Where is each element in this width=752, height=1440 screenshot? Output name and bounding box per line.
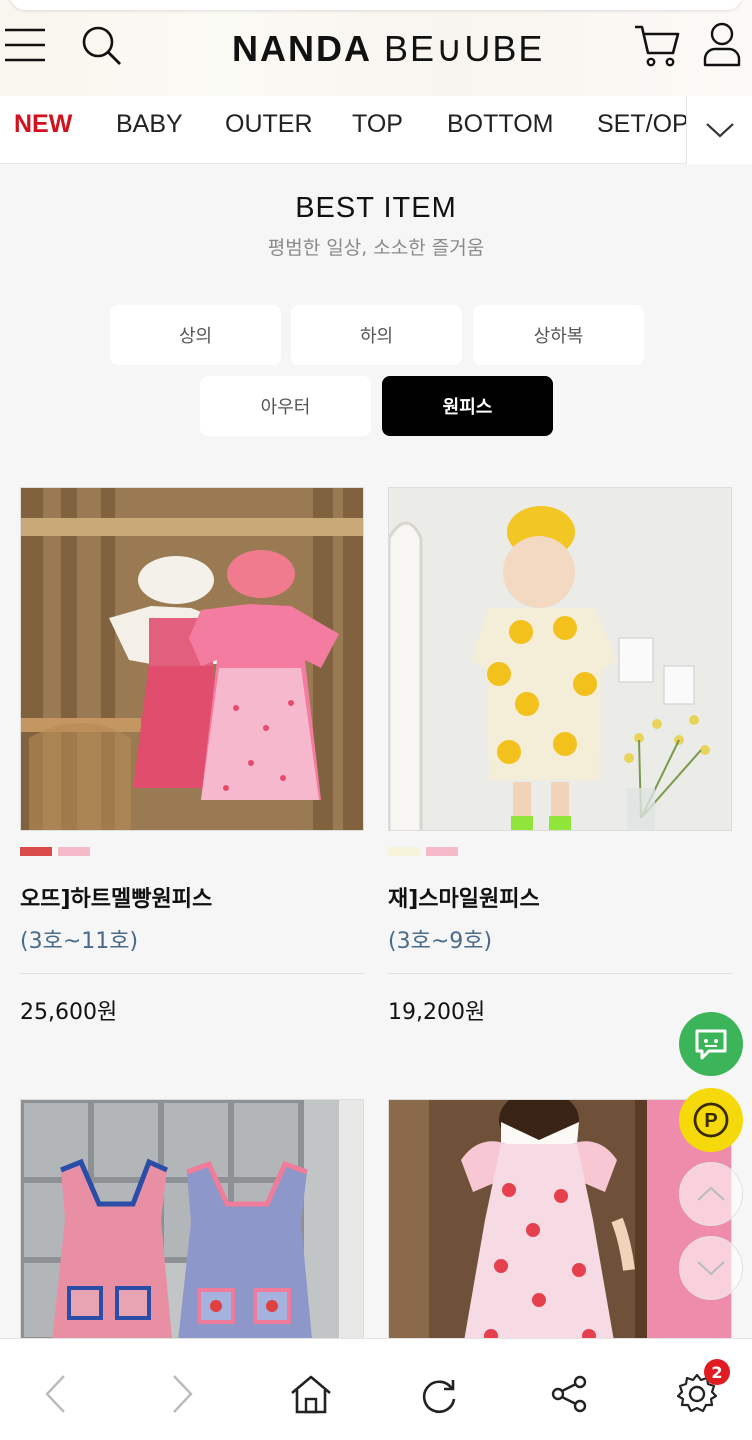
notification-badge: 2 [704,1359,730,1385]
chevron-up-icon [697,1186,725,1201]
user-icon[interactable] [700,20,744,68]
section-title: BEST ITEM [295,192,457,224]
product-price: 25,600원 [20,1000,118,1025]
bottom-toolbar: 2 [0,1338,752,1440]
scroll-up-button[interactable] [679,1162,743,1226]
search-icon[interactable] [78,22,124,68]
settings-button[interactable]: 2 [672,1359,730,1419]
divider [388,973,732,974]
color-swatches [388,847,732,857]
point-button[interactable]: P [679,1088,743,1152]
logo-rest: BE∪UBE [384,28,545,69]
filter-outer[interactable]: 아우터 [200,376,371,436]
site-logo[interactable]: NANDA BE∪UBE [232,28,544,70]
product-size: (3호~11호) [20,929,139,954]
product-image[interactable] [388,487,732,831]
chevron-down-icon [697,1261,725,1276]
logo-bold: NANDA [232,28,372,69]
refresh-button[interactable] [414,1369,464,1419]
product-size: (3호~9호) [388,929,493,954]
hamburger-icon[interactable] [2,24,48,66]
category-baby[interactable]: BABY [116,110,183,139]
filter-top[interactable]: 상의 [110,305,281,365]
product-price: 19,200원 [388,1000,486,1025]
home-button[interactable] [286,1369,336,1419]
category-new[interactable]: NEW [14,110,72,139]
category-set-op[interactable]: SET/OP [597,110,689,139]
filter-set[interactable]: 상하복 [473,305,644,365]
refresh-icon [422,1380,456,1414]
chevron-left-icon [45,1375,65,1413]
forward-button[interactable] [158,1369,208,1419]
product-image[interactable] [20,487,364,831]
scroll-down-button[interactable] [679,1236,743,1300]
point-icon: P [693,1102,729,1138]
chat-icon [695,1029,727,1060]
cart-icon[interactable] [632,20,682,70]
product-card[interactable]: 재]스마일원피스 (3호~9호) 19,200원 [388,487,732,1026]
share-icon [551,1375,587,1413]
category-nav: NEW BABY OUTER TOP BOTTOM SET/OP [0,96,752,164]
color-swatches [20,847,364,857]
section-subtitle: 평범한 일상, 소소한 즐거움 [267,237,485,259]
product-name[interactable]: 오뜨]하트멜빵원피스 [20,881,364,913]
chat-button[interactable] [679,1012,743,1076]
category-bottom[interactable]: BOTTOM [447,110,553,139]
share-button[interactable] [544,1369,594,1419]
divider [20,973,364,974]
category-more-button[interactable] [686,96,752,164]
color-swatch [388,847,420,856]
header: NANDA BE∪UBE [0,0,752,96]
category-top[interactable]: TOP [352,110,403,139]
color-swatch [58,847,90,856]
filter-dress[interactable]: 원피스 [382,376,553,436]
chevron-down-icon [705,123,734,138]
back-button[interactable] [30,1369,80,1419]
color-swatch [426,847,458,856]
notification-pill [10,0,742,10]
product-card[interactable]: 오뜨]하트멜빵원피스 (3호~11호) 25,600원 [20,487,364,1026]
product-name[interactable]: 재]스마일원피스 [388,881,732,913]
filter-bottom[interactable]: 하의 [291,305,462,365]
home-icon [291,1375,331,1414]
category-outer[interactable]: OUTER [225,110,313,139]
chevron-right-icon [173,1375,193,1413]
color-swatch [20,847,52,856]
